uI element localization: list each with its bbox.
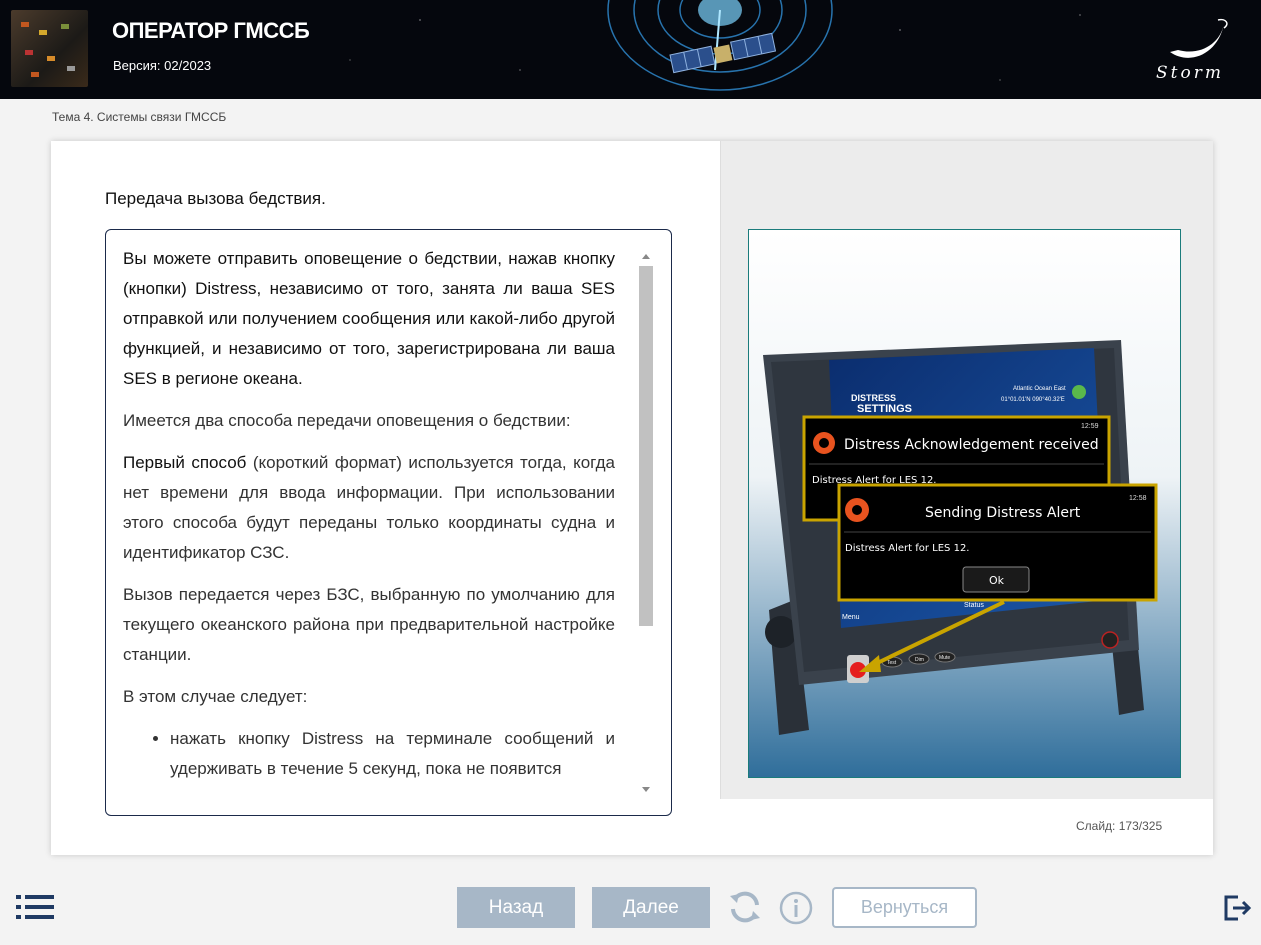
breadcrumb: Тема 4. Системы связи ГМССБ bbox=[52, 110, 227, 124]
slide-counter: Слайд: 173/325 bbox=[1076, 819, 1162, 833]
terminal-image: DISTRESS SETTINGS Atlantic Ocean East 01… bbox=[748, 229, 1181, 778]
menu-list-icon[interactable] bbox=[16, 893, 56, 921]
svg-text:Status: Status bbox=[964, 602, 984, 609]
storm-logo: Storm bbox=[1156, 18, 1228, 83]
svg-text:12:58: 12:58 bbox=[1129, 495, 1147, 502]
scroll-thumb[interactable] bbox=[639, 266, 653, 626]
slide-card: Передача вызова бедствия. Вы можете отпр… bbox=[51, 141, 1213, 855]
app-header: ОПЕРАТОР ГМССБ Версия: 02/2023 Storm bbox=[0, 0, 1261, 99]
paragraph-default-les: Вызов передается через БЗС, выбранную по… bbox=[123, 585, 615, 664]
text-scrollbar[interactable] bbox=[639, 248, 653, 798]
svg-text:SETTINGS: SETTINGS bbox=[857, 403, 912, 415]
steps-list: нажать кнопку Distress на терминале сооб… bbox=[170, 724, 615, 784]
brand-text: Storm bbox=[1156, 63, 1224, 83]
svg-text:Dim: Dim bbox=[915, 657, 924, 663]
info-icon[interactable] bbox=[778, 890, 814, 926]
svg-text:01°01.01'N 090°40.32'E: 01°01.01'N 090°40.32'E bbox=[1001, 397, 1065, 403]
svg-text:Test: Test bbox=[887, 660, 897, 666]
exit-icon[interactable] bbox=[1222, 893, 1252, 923]
svg-text:Menu: Menu bbox=[842, 614, 860, 621]
app-version: Версия: 02/2023 bbox=[113, 58, 212, 73]
slide-text-box[interactable]: Вы можете отправить оповещение о бедстви… bbox=[105, 229, 672, 816]
paragraph-steps: В этом случае следует: bbox=[123, 687, 308, 706]
svg-text:DISTRESS: DISTRESS bbox=[851, 393, 896, 403]
distress-terminal-illustration: DISTRESS SETTINGS Atlantic Ocean East 01… bbox=[749, 230, 1180, 777]
refresh-icon[interactable] bbox=[727, 889, 763, 925]
svg-text:Atlantic Ocean East: Atlantic Ocean East bbox=[1013, 386, 1066, 392]
svg-text:Sending Distress Alert: Sending Distress Alert bbox=[925, 505, 1081, 521]
back-button[interactable]: Назад bbox=[457, 887, 575, 928]
paragraph-methods: Имеется два способа передачи оповещения … bbox=[123, 411, 571, 430]
next-button[interactable]: Далее bbox=[592, 887, 710, 928]
scroll-down-arrow-icon[interactable] bbox=[642, 787, 650, 792]
app-logo bbox=[11, 10, 88, 87]
paragraph-intro: Вы можете отправить оповещение о бедстви… bbox=[123, 249, 615, 388]
list-item: нажать кнопку Distress на терминале сооб… bbox=[170, 724, 615, 784]
scroll-up-arrow-icon[interactable] bbox=[642, 254, 650, 259]
svg-text:Ok: Ok bbox=[989, 574, 1005, 587]
app-title: ОПЕРАТОР ГМССБ bbox=[112, 18, 310, 43]
slide-text: Вы можете отправить оповещение о бедстви… bbox=[123, 244, 615, 788]
svg-text:Mute: Mute bbox=[939, 655, 950, 661]
satellite-illustration bbox=[607, 0, 833, 91]
slide-total: 325 bbox=[1142, 819, 1163, 833]
paragraph-first-method: Первый способ (короткий формат) использу… bbox=[123, 448, 615, 568]
slide-counter-label: Слайд: bbox=[1076, 819, 1116, 833]
svg-text:Distress Alert for LES 12.: Distress Alert for LES 12. bbox=[845, 543, 969, 554]
slide-current: 173 bbox=[1118, 819, 1139, 833]
slide-title: Передача вызова бедствия. bbox=[105, 189, 326, 208]
svg-text:Distress Acknowledgement recei: Distress Acknowledgement received bbox=[844, 437, 1099, 453]
svg-text:12:59: 12:59 bbox=[1081, 423, 1099, 430]
return-button[interactable]: Вернуться bbox=[832, 887, 977, 928]
first-method-label: Первый способ bbox=[123, 453, 247, 472]
